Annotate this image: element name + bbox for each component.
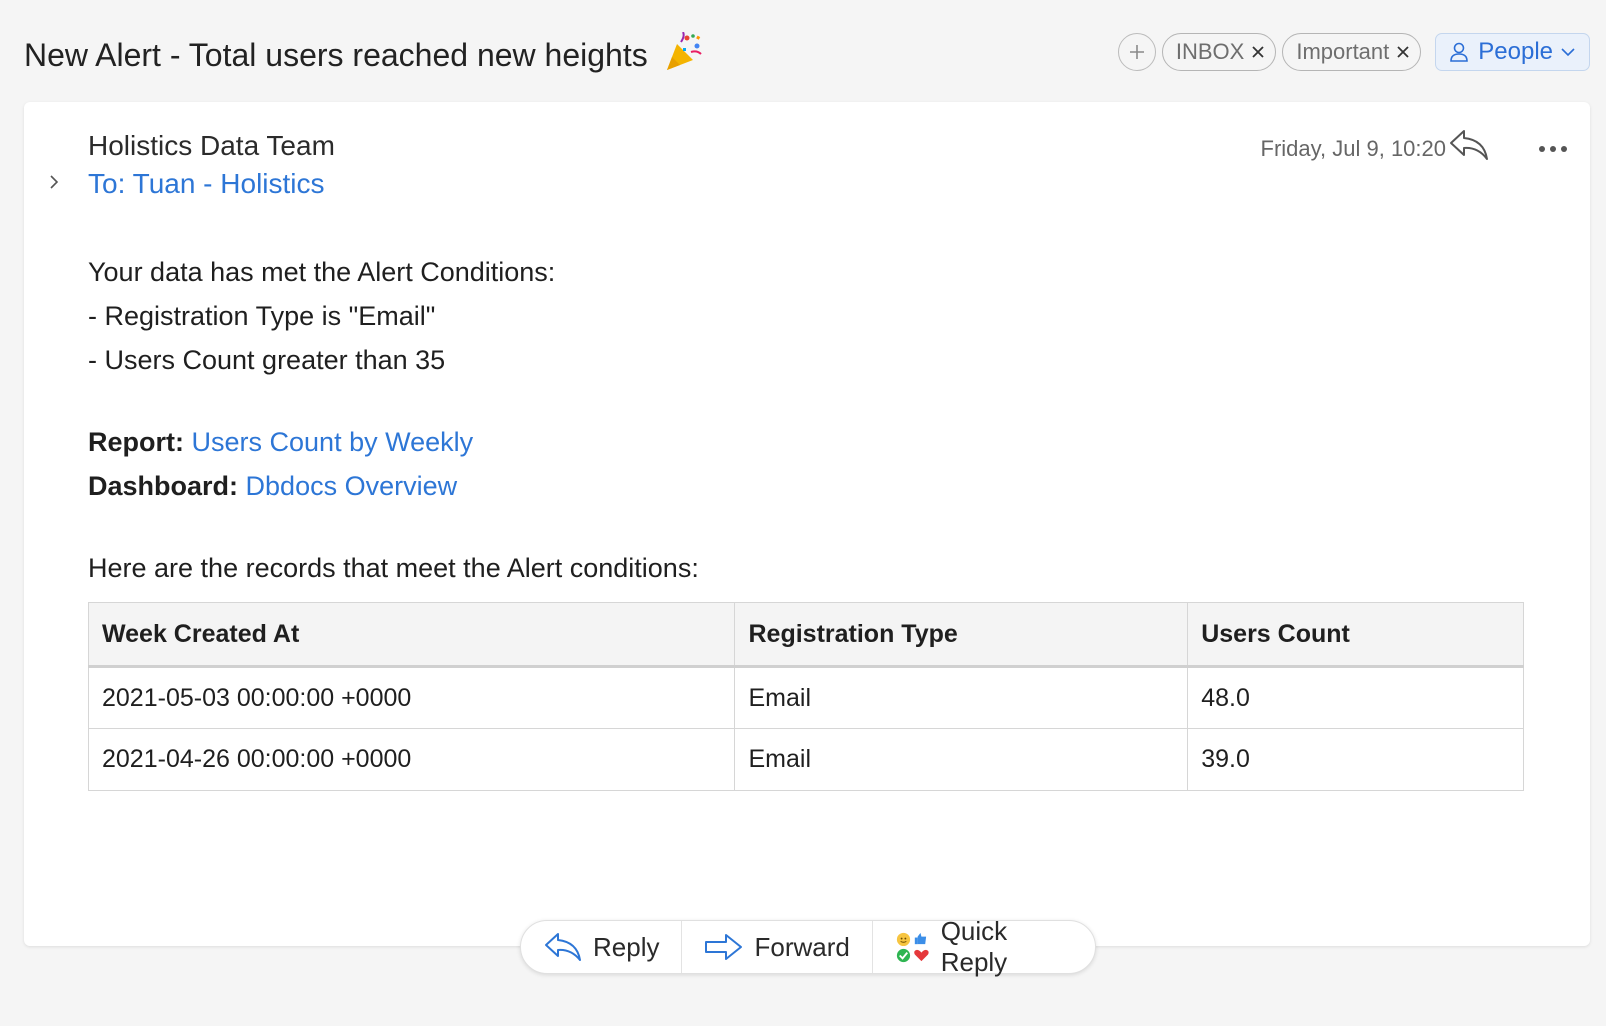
- table-row: 2021-05-03 00:00:00 +0000 Email 48.0: [87, 666, 1524, 729]
- people-label: People: [1478, 38, 1553, 65]
- expand-recipients-chevron-icon[interactable]: [48, 174, 60, 195]
- report-label: Report:: [88, 427, 184, 457]
- table-cell: 2021-05-03 00:00:00 +0000: [87, 666, 736, 729]
- column-header-week: Week Created At: [87, 602, 736, 668]
- label-inbox[interactable]: INBOX: [1161, 33, 1277, 71]
- message-body: Your data has met the Alert Conditions: …: [88, 250, 699, 590]
- message-actions-bar: Reply Forward Quick Reply: [520, 916, 1096, 977]
- reply-button[interactable]: Reply: [521, 921, 681, 973]
- forward-icon: [705, 934, 743, 960]
- chevron-down-icon: [1561, 48, 1575, 57]
- forward-label: Forward: [754, 931, 850, 962]
- label-important[interactable]: Important: [1282, 33, 1422, 71]
- reactions-icon: [896, 932, 929, 963]
- message-date: Friday, Jul 9, 10:20: [1260, 136, 1446, 161]
- reply-icon: [545, 933, 581, 961]
- subject-text: New Alert - Total users reached new heig…: [24, 37, 648, 73]
- remove-label-inbox-icon[interactable]: [1251, 45, 1265, 59]
- dashboard-label: Dashboard:: [88, 471, 239, 501]
- table-cell: Email: [734, 666, 1189, 729]
- person-icon: [1450, 42, 1469, 62]
- people-button[interactable]: People: [1435, 33, 1590, 71]
- recipient-name: Tuan - Holistics: [132, 168, 325, 199]
- table-header-row: Week Created At Registration Type Users …: [87, 602, 1524, 668]
- dashboard-link[interactable]: Dbdocs Overview: [246, 471, 458, 501]
- reply-label: Reply: [593, 931, 660, 962]
- records-table: Week Created At Registration Type Users …: [87, 602, 1524, 791]
- label-bar: INBOX Important People: [1117, 33, 1590, 71]
- label-important-text: Important: [1296, 39, 1390, 64]
- party-popper-icon: [663, 31, 703, 82]
- subject-heading: New Alert - Total users reached new heig…: [24, 31, 703, 82]
- table-cell: 39.0: [1187, 728, 1524, 791]
- recipient-prefix: To:: [88, 168, 133, 199]
- sender-name: Holistics Data Team: [88, 130, 335, 161]
- report-line: Report: Users Count by Weekly: [88, 420, 699, 464]
- condition-item: - Registration Type is "Email": [88, 301, 436, 331]
- label-inbox-text: INBOX: [1175, 39, 1245, 64]
- remove-label-important-icon[interactable]: [1396, 45, 1410, 59]
- records-intro: Here are the records that meet the Alert…: [88, 553, 699, 583]
- reply-arrow-icon[interactable]: [1448, 128, 1490, 167]
- alert-intro: Your data has met the Alert Conditions:: [88, 257, 556, 287]
- table-cell: 2021-04-26 00:00:00 +0000: [87, 728, 736, 791]
- table-cell: Email: [734, 728, 1189, 791]
- column-header-registration-type: Registration Type: [734, 602, 1189, 668]
- message-card: Holistics Data Team To: Tuan - Holistics…: [24, 102, 1590, 946]
- table-row: 2021-04-26 00:00:00 +0000 Email 39.0: [87, 728, 1524, 791]
- recipient-line[interactable]: To: Tuan - Holistics: [88, 168, 325, 200]
- dashboard-line: Dashboard: Dbdocs Overview: [88, 464, 699, 508]
- add-label-button[interactable]: [1117, 33, 1156, 71]
- quick-reply-label: Quick Reply: [940, 916, 1008, 977]
- email-view: New Alert - Total users reached new heig…: [0, 0, 1606, 1026]
- table-cell: 48.0: [1187, 666, 1524, 729]
- more-options-icon[interactable]: [1538, 140, 1568, 158]
- forward-button[interactable]: Forward: [681, 921, 871, 973]
- plus-icon: [1129, 45, 1144, 59]
- quick-reply-button[interactable]: Quick Reply: [871, 916, 1095, 977]
- report-link[interactable]: Users Count by Weekly: [192, 427, 474, 457]
- condition-item: - Users Count greater than 35: [88, 345, 446, 375]
- column-header-users-count: Users Count: [1187, 602, 1524, 668]
